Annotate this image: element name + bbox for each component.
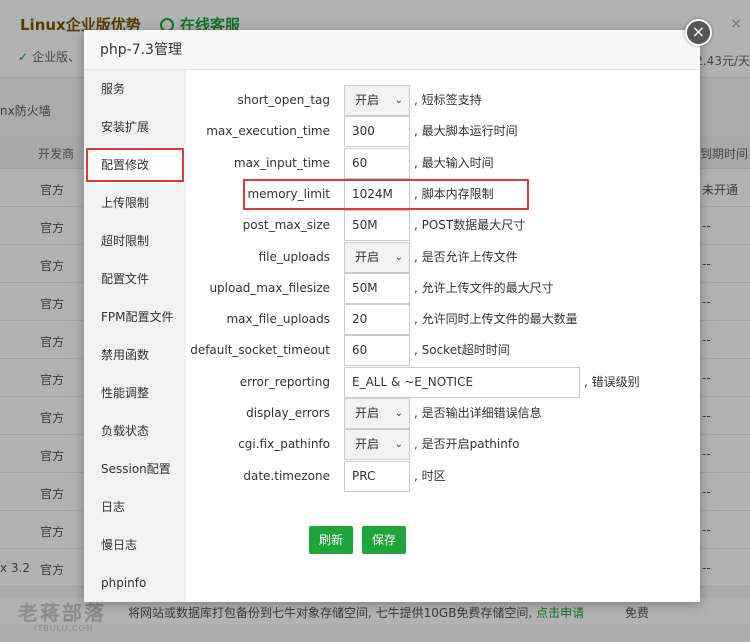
default-socket-timeout-input[interactable]: 60 xyxy=(344,335,410,367)
max-execution-time-input[interactable]: 300 xyxy=(344,116,410,148)
sidebar-item-load-status[interactable]: 负载状态 xyxy=(84,412,186,450)
field-description: , 短标签支持 xyxy=(414,93,482,107)
field-row-max-file-uploads: max_file_uploads 20 , 允许同时上传文件的最大数量 xyxy=(186,304,700,336)
error-reporting-input[interactable]: E_ALL & ~E_NOTICE xyxy=(344,366,580,398)
field-row-max-input-time: max_input_time 60 , 最大输入时间 xyxy=(186,147,700,179)
field-label: display_errors xyxy=(246,406,330,420)
sidebar-item-phpinfo[interactable]: phpinfo xyxy=(84,564,186,602)
refresh-button[interactable]: 刷新 xyxy=(309,526,354,554)
field-description: , 错误级别 xyxy=(584,374,640,389)
sidebar-item-slow-log[interactable]: 慢日志 xyxy=(84,526,186,564)
sidebar-item-performance[interactable]: 性能调整 xyxy=(84,374,186,412)
post-max-size-input[interactable]: 50M xyxy=(344,210,410,242)
field-row-memory-limit: memory_limit 1024M , 脚本内存限制 xyxy=(186,178,700,210)
field-label: date.timezone xyxy=(243,468,330,483)
field-label: post_max_size xyxy=(242,218,330,233)
field-row-display-errors: display_errors 开启 ⌄ , 是否输出详细错误信息 xyxy=(186,398,700,429)
display-errors-select[interactable]: 开启 ⌄ xyxy=(344,398,410,429)
field-description: , 是否允许上传文件 xyxy=(414,249,518,264)
field-row-upload-max-filesize: upload_max_filesize 50M , 允许上传文件的最大尺寸 xyxy=(186,272,700,304)
sidebar-item-fpm-config[interactable]: FPM配置文件 xyxy=(84,298,186,336)
field-row-error-reporting: error_reporting E_ALL & ~E_NOTICE , 错误级别 xyxy=(186,366,700,398)
field-description: , 最大脚本运行时间 xyxy=(414,124,518,139)
config-form: short_open_tag 开启 ⌄ , 短标签支持 max_execution_ti… xyxy=(186,70,700,602)
field-label: max_input_time xyxy=(233,155,330,170)
select-value: 开启 xyxy=(355,437,380,452)
field-label: short_open_tag xyxy=(237,93,330,107)
field-description: , 是否开启pathinfo xyxy=(414,437,520,452)
file-uploads-select[interactable]: 开启 ⌄ xyxy=(344,241,410,273)
field-row-post-max-size: post_max_size 50M , POST数据最大尺寸 xyxy=(186,210,700,242)
php-manage-dialog: php-7.3管理 服务 安装扩展 配置修改 上传限制 超时限制 配置文件 FPM配置文件禁… xyxy=(84,30,700,602)
max-file-uploads-input[interactable]: 20 xyxy=(344,304,410,336)
field-description: , POST数据最大尺寸 xyxy=(414,218,526,233)
field-label: max_file_uploads xyxy=(226,312,330,327)
sidebar-item-config[interactable]: 配置修改 xyxy=(84,146,186,184)
select-value: 开启 xyxy=(355,249,380,264)
sidebar: 服务 安装扩展 配置修改 上传限制 超时限制 配置文件 FPM配置文件 禁用函数 性能调整 负载状… xyxy=(84,70,186,602)
select-value: 开启 xyxy=(355,93,380,107)
short-open-tag-select[interactable]: 开启 ⌄ xyxy=(344,85,410,116)
field-description: , Socket超时时间 xyxy=(414,343,510,358)
field-row-short-open-tag: short_open_tag 开启 ⌄ , 短标签支持 xyxy=(186,85,700,116)
chevron-down-icon: ⌄ xyxy=(394,95,403,106)
chevron-down-icon: ⌄ xyxy=(394,439,403,451)
field-description: , 允许上传文件的最大尺寸 xyxy=(414,280,554,295)
chevron-down-icon: ⌄ xyxy=(394,408,403,419)
field-label: error_reporting xyxy=(239,374,330,389)
sidebar-item-session[interactable]: Session配置 xyxy=(84,450,186,488)
field-label: default_socket_timeout xyxy=(190,343,330,358)
field-label: max_execution_time xyxy=(206,124,330,139)
field-row-max-execution-time: max_execution_time 300 , 最大脚本运行时间 xyxy=(186,116,700,148)
field-row-file-uploads: file_uploads 开启 ⌄ , 是否允许上传文件 xyxy=(186,241,700,273)
sidebar-item-upload-limit[interactable]: 上传限制 xyxy=(84,184,186,222)
field-label: upload_max_filesize xyxy=(209,280,330,295)
cgi-fix-pathinfo-select[interactable]: 开启 ⌄ xyxy=(344,429,410,461)
sidebar-item-service[interactable]: 服务 xyxy=(84,70,186,108)
field-description: , 允许同时上传文件的最大数量 xyxy=(414,312,578,327)
select-value: 开启 xyxy=(355,406,380,420)
max-input-time-input[interactable]: 60 xyxy=(344,147,410,179)
field-description: , 是否输出详细错误信息 xyxy=(414,406,542,420)
field-label: memory_limit xyxy=(247,186,330,201)
date-timezone-input[interactable]: PRC xyxy=(344,460,410,492)
sidebar-item-log[interactable]: 日志 xyxy=(84,488,186,526)
field-description: , 最大输入时间 xyxy=(414,155,494,170)
field-row-default-socket-timeout: default_socket_timeout 60 , Socket超时时间 xyxy=(186,335,700,367)
field-row-cgi-fix-pathinfo: cgi.fix_pathinfo 开启 ⌄ , 是否开启pathinfo xyxy=(186,429,700,461)
field-label: cgi.fix_pathinfo xyxy=(238,437,330,452)
dialog-title: php-7.3管理 xyxy=(84,30,700,70)
sidebar-item-config-file[interactable]: 配置文件 xyxy=(84,260,186,298)
sidebar-item-timeout-limit[interactable]: 超时限制 xyxy=(84,222,186,260)
sidebar-item-extensions[interactable]: 安装扩展 xyxy=(84,108,186,146)
close-icon[interactable]: × xyxy=(685,19,712,46)
sidebar-item-disabled-functions[interactable]: 禁用函数 xyxy=(84,336,186,374)
memory-limit-input[interactable]: 1024M xyxy=(344,178,410,210)
field-row-date-timezone: date.timezone PRC , 时区 xyxy=(186,460,700,492)
chevron-down-icon: ⌄ xyxy=(394,251,403,263)
upload-max-filesize-input[interactable]: 50M xyxy=(344,272,410,304)
field-label: file_uploads xyxy=(258,249,330,264)
field-description: , 脚本内存限制 xyxy=(414,186,494,201)
save-button[interactable]: 保存 xyxy=(362,526,407,554)
field-description: , 时区 xyxy=(414,468,446,483)
